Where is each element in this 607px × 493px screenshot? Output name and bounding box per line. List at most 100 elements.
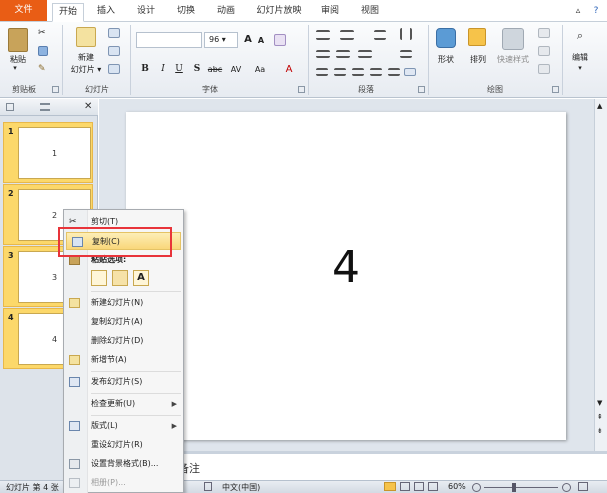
shape-outline-icon[interactable] xyxy=(538,46,550,56)
outline-tab-icon[interactable] xyxy=(40,103,50,111)
menu-item-reset-slide[interactable]: 重设幻灯片(R) xyxy=(64,436,183,454)
language-text[interactable]: 中文(中国) xyxy=(222,482,260,493)
shrink-font-button[interactable]: A xyxy=(256,36,266,45)
menu-item-photo-album[interactable]: 相册(P)... xyxy=(64,474,183,492)
next-slide-icon[interactable]: ⇟ xyxy=(597,427,603,435)
font-size-combo[interactable]: 96 ▾ xyxy=(204,32,238,48)
previous-slide-icon[interactable]: ⇞ xyxy=(597,413,603,421)
paste-picture-icon[interactable] xyxy=(112,270,128,286)
menu-item-duplicate-slide[interactable]: 复制幻灯片(A) xyxy=(64,313,183,331)
align-left-icon[interactable] xyxy=(316,68,328,76)
editing-dropdown-icon[interactable]: ▾ xyxy=(574,64,586,72)
reading-view-icon[interactable] xyxy=(414,482,424,491)
align-text-icon[interactable] xyxy=(400,50,412,58)
paste-use-destination-icon[interactable] xyxy=(91,270,107,286)
font-launcher-icon[interactable] xyxy=(298,86,305,93)
menu-item-publish-slides[interactable]: 发布幻灯片(S) xyxy=(64,373,183,391)
new-slide-dropdown[interactable]: 幻灯片 ▾ xyxy=(66,64,106,75)
text-direction-icon[interactable] xyxy=(400,28,412,40)
slide-thumbnail[interactable]: 1 1 xyxy=(3,122,93,183)
slideshow-view-icon[interactable] xyxy=(428,482,438,491)
paste-dropdown-icon[interactable]: ▾ xyxy=(10,64,20,72)
minimize-ribbon-icon[interactable]: ▵ xyxy=(572,3,584,21)
tab-design[interactable]: 设计 xyxy=(132,3,160,21)
copy-icon[interactable] xyxy=(38,46,48,56)
spellcheck-icon[interactable] xyxy=(204,482,212,491)
bold-button[interactable]: B xyxy=(140,64,150,74)
clear-format-icon[interactable] xyxy=(274,34,286,46)
line-spacing-icon[interactable] xyxy=(374,30,386,40)
tab-home[interactable]: 开始 xyxy=(52,3,84,22)
underline-button[interactable]: U xyxy=(174,64,184,74)
paragraph-launcher-icon[interactable] xyxy=(418,86,425,93)
fit-window-icon[interactable] xyxy=(578,482,588,491)
menu-item-check-updates[interactable]: 检查更新(U) ▶ xyxy=(64,395,183,413)
menu-item-delete-slide[interactable]: 删除幻灯片(D) xyxy=(64,332,183,350)
shape-fill-icon[interactable] xyxy=(538,28,550,38)
grow-font-button[interactable]: A xyxy=(242,34,254,45)
arrange-icon[interactable] xyxy=(468,28,486,46)
new-slide-icon[interactable] xyxy=(76,27,96,47)
reset-icon[interactable] xyxy=(108,46,120,56)
shapes-icon[interactable] xyxy=(436,28,456,48)
new-slide-button[interactable]: 新建 xyxy=(70,52,102,63)
section-icon[interactable] xyxy=(108,64,120,74)
slides-tab-icon[interactable] xyxy=(6,103,14,111)
help-icon[interactable]: ? xyxy=(590,3,602,21)
shapes-button[interactable]: 形状 xyxy=(432,54,460,65)
zoom-level[interactable]: 60% xyxy=(448,482,466,491)
font-name-combo[interactable] xyxy=(136,32,202,48)
tab-animations[interactable]: 动画 xyxy=(212,3,240,21)
zoom-in-icon[interactable] xyxy=(562,483,571,492)
tab-transitions[interactable]: 切换 xyxy=(172,3,200,21)
zoom-slider-thumb[interactable] xyxy=(512,483,516,492)
zoom-out-icon[interactable] xyxy=(472,483,481,492)
arrange-button[interactable]: 排列 xyxy=(464,54,492,65)
cut-icon[interactable]: ✂ xyxy=(38,28,48,38)
clipboard-launcher-icon[interactable] xyxy=(52,86,59,93)
menu-item-new-slide[interactable]: 新建幻灯片(N) xyxy=(64,294,183,312)
vertical-scrollbar[interactable]: ▲ ▼ ⇞ ⇟ xyxy=(594,99,607,451)
shape-effects-icon[interactable] xyxy=(538,64,550,74)
layout-icon[interactable] xyxy=(108,28,120,38)
slide-sorter-icon[interactable] xyxy=(400,482,410,491)
menu-item-format-background[interactable]: 设置背景格式(B)... xyxy=(64,455,183,473)
slide-text[interactable]: 4 xyxy=(126,242,566,293)
paste-text-only-icon[interactable]: A xyxy=(133,270,149,286)
zoom-slider[interactable] xyxy=(484,487,558,488)
font-color-button[interactable]: A xyxy=(284,64,294,75)
find-icon[interactable]: ⌕ xyxy=(572,28,588,44)
shadow-button[interactable]: S xyxy=(192,64,202,74)
italic-button[interactable]: I xyxy=(158,64,168,74)
justify-icon[interactable] xyxy=(370,68,382,76)
numbering-icon[interactable] xyxy=(340,30,354,40)
format-painter-icon[interactable]: ✎ xyxy=(38,64,48,74)
align-right-icon[interactable] xyxy=(352,68,364,76)
slide-canvas[interactable]: 4 xyxy=(126,112,566,440)
smartart-icon[interactable] xyxy=(404,68,416,76)
editing-button[interactable]: 编辑 xyxy=(566,52,594,63)
tab-view[interactable]: 视图 xyxy=(356,3,384,21)
menu-item-add-section[interactable]: 新增节(A) xyxy=(64,351,183,369)
tab-file[interactable]: 文件 xyxy=(0,0,47,21)
decrease-indent-icon[interactable] xyxy=(316,50,330,58)
paste-icon[interactable] xyxy=(8,28,28,52)
tab-insert[interactable]: 插入 xyxy=(92,3,120,21)
close-pane-icon[interactable]: ✕ xyxy=(84,101,92,113)
increase-indent-icon[interactable] xyxy=(336,50,350,58)
distribute-icon[interactable] xyxy=(388,68,400,76)
tab-slideshow[interactable]: 幻灯片放映 xyxy=(252,3,306,21)
columns-icon[interactable] xyxy=(358,50,372,58)
menu-item-layout[interactable]: 版式(L) ▶ xyxy=(64,417,183,435)
change-case-button[interactable]: Aa xyxy=(252,65,268,74)
char-spacing-button[interactable]: AV xyxy=(228,65,244,74)
scroll-down-icon[interactable]: ▼ xyxy=(597,399,602,407)
quick-styles-button[interactable]: 快速样式 xyxy=(492,54,534,65)
strikethrough-button[interactable]: abc xyxy=(206,65,224,74)
tab-review[interactable]: 审阅 xyxy=(316,3,344,21)
drawing-launcher-icon[interactable] xyxy=(552,86,559,93)
normal-view-icon[interactable] xyxy=(384,482,396,491)
quick-styles-icon[interactable] xyxy=(502,28,524,50)
scroll-up-icon[interactable]: ▲ xyxy=(597,102,602,110)
bullets-icon[interactable] xyxy=(316,30,330,40)
